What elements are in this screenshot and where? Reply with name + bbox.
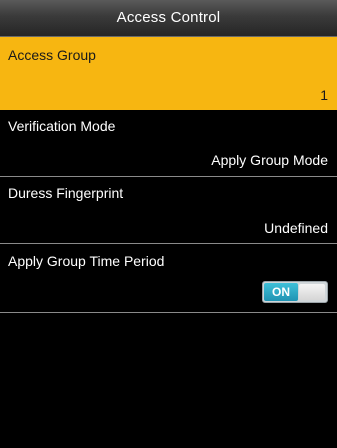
menu-item-access-group[interactable]: Access Group 1 <box>0 37 337 110</box>
menu-item-apply-group-time-period[interactable]: Apply Group Time Period ON <box>0 244 337 313</box>
title-bar: Access Control <box>0 0 337 37</box>
menu-item-verification-mode[interactable]: Verification Mode Apply Group Mode <box>0 110 337 177</box>
duress-fingerprint-value: Undefined <box>264 220 328 236</box>
apply-group-time-period-toggle[interactable]: ON <box>262 281 328 303</box>
toggle-knob <box>299 284 325 300</box>
page-title: Access Control <box>116 9 221 26</box>
menu-item-duress-fingerprint[interactable]: Duress Fingerprint Undefined <box>0 177 337 244</box>
toggle-on-label: ON <box>264 283 298 301</box>
access-group-label: Access Group <box>8 47 96 63</box>
access-group-value: 1 <box>320 87 328 103</box>
duress-fingerprint-label: Duress Fingerprint <box>8 185 124 201</box>
verification-mode-value: Apply Group Mode <box>211 152 328 168</box>
verification-mode-label: Verification Mode <box>8 118 116 134</box>
apply-group-time-period-label: Apply Group Time Period <box>8 253 165 269</box>
